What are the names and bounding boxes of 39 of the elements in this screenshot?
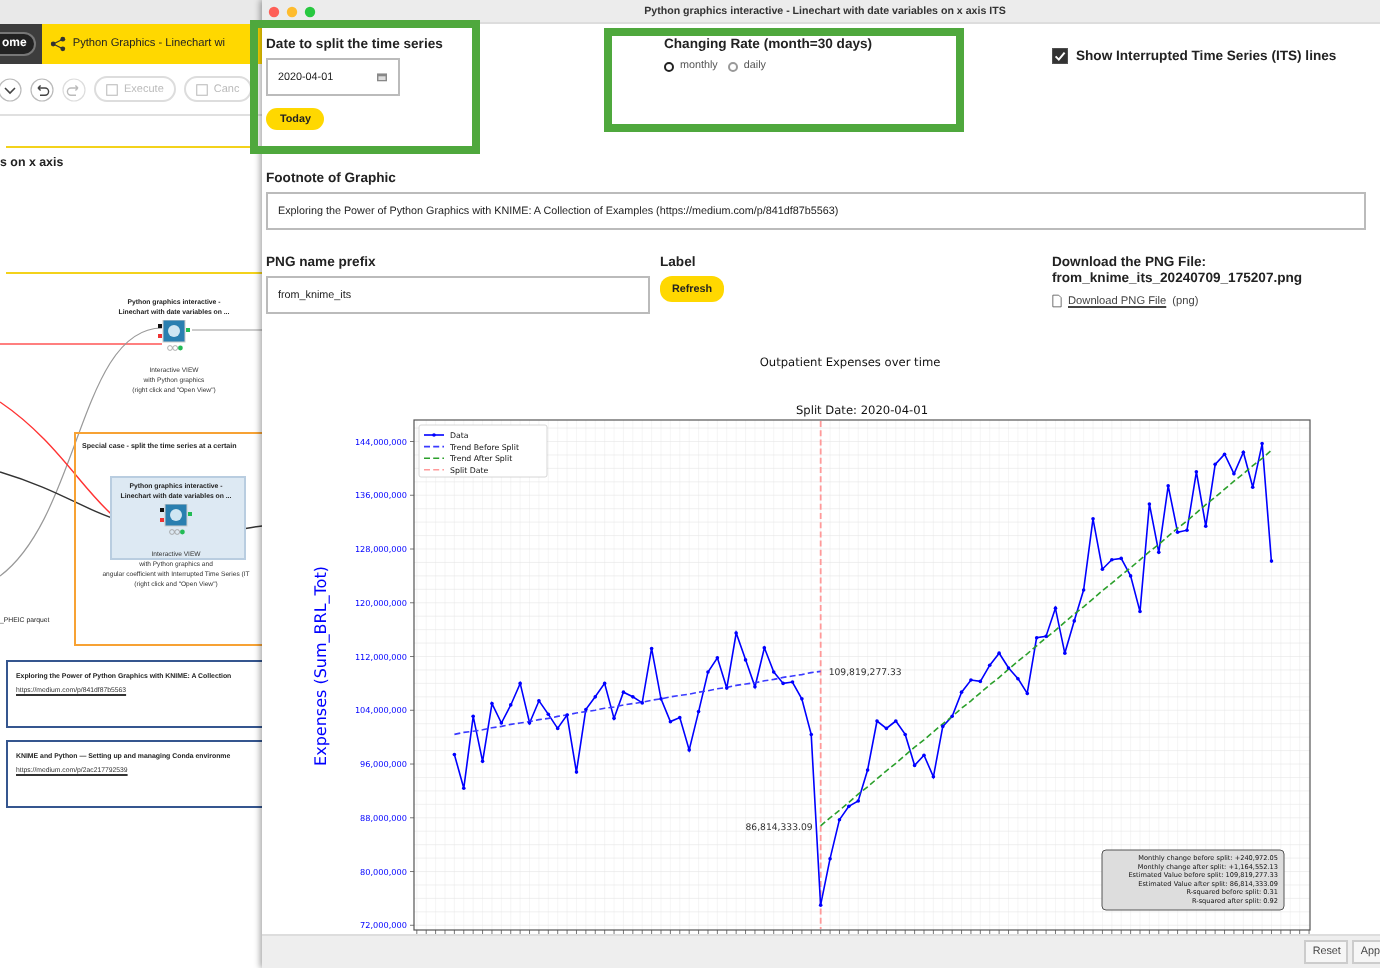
calendar-icon[interactable]: [376, 72, 388, 82]
legend-line-icon: [423, 457, 445, 459]
chevron-down-icon[interactable]: [0, 77, 22, 101]
data-point: [1222, 452, 1227, 457]
toolbar-button-icon: [106, 83, 118, 95]
radio-button[interactable]: [664, 61, 674, 71]
checkbox[interactable]: [1052, 48, 1068, 64]
data-point: [668, 719, 673, 724]
connection-line: [191, 329, 262, 331]
data-point: [809, 732, 814, 737]
data-point: [1241, 450, 1246, 455]
undo-icon[interactable]: [30, 77, 54, 101]
file-icon: [1052, 294, 1062, 308]
legend-line-icon: [423, 433, 445, 437]
data-point: [884, 726, 889, 731]
data-point: [649, 646, 654, 651]
legend-line-icon: [423, 469, 445, 471]
node-icon[interactable]: [158, 320, 190, 355]
legend-line-icon: [423, 445, 445, 448]
data-point: [912, 763, 917, 768]
data-point: [602, 681, 607, 686]
data-point: [480, 759, 485, 764]
data-point: [987, 663, 992, 668]
radio-button[interactable]: [727, 61, 738, 71]
data-point: [940, 724, 945, 729]
data-point: [1034, 635, 1039, 640]
data-point: [546, 712, 551, 717]
data-point: [696, 709, 701, 714]
y-axis-label: Expenses (Sum_BRL_Tot): [312, 566, 330, 766]
data-point: [452, 752, 457, 757]
legend-box: [418, 424, 548, 478]
data-point: [1194, 469, 1199, 474]
node-icon[interactable]: [160, 504, 192, 539]
window-controls-icon[interactable]: [268, 6, 320, 18]
data-point: [1025, 691, 1030, 696]
toolbar-button-icon: [195, 83, 208, 95]
data-point: [978, 679, 983, 684]
workflow-icon: [50, 36, 67, 52]
data-point: [555, 726, 560, 731]
